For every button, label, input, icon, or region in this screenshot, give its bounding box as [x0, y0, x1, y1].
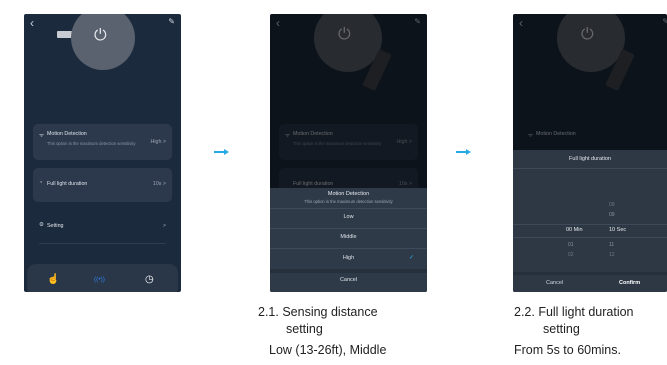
motion-title: Motion Detection: [47, 131, 87, 137]
timer-icon: ◔: [39, 180, 43, 186]
edit-icon[interactable]: ✎: [168, 17, 175, 26]
caption-3-line3: From 5s to 60mins.: [514, 343, 621, 357]
arrow-right-icon: [214, 149, 229, 155]
motion-detection-sheet: Motion Detection This option is the maxi…: [270, 188, 427, 292]
radar-icon[interactable]: ((•)): [94, 276, 105, 283]
caption-2-line1: 2.1. Sensing distance: [258, 305, 378, 319]
cancel-button[interactable]: Cancel: [270, 277, 427, 283]
seconds-option[interactable]: 12: [609, 252, 615, 258]
seconds-selected[interactable]: 10 Sec: [609, 227, 626, 233]
caption-3-line1: 2.2. Full light duration: [514, 305, 634, 319]
seconds-option-above[interactable]: 09: [609, 202, 615, 208]
duration-value: 10s >: [152, 181, 166, 187]
confirm-button[interactable]: Confirm: [619, 280, 640, 286]
divider: [270, 248, 427, 249]
seconds-option[interactable]: 11: [609, 242, 614, 248]
minutes-selected[interactable]: 00 Min: [566, 227, 583, 233]
divider: [39, 243, 166, 244]
divider: [270, 269, 427, 273]
seconds-option[interactable]: 09: [609, 212, 615, 218]
picker-highlight: [513, 224, 667, 238]
setting-chevron: >: [162, 223, 166, 229]
setting-row[interactable]: ⚙ Setting >: [33, 216, 172, 238]
divider: [513, 168, 667, 169]
clock-icon[interactable]: ◷: [145, 274, 154, 285]
caption-3-line2: setting: [543, 322, 580, 336]
sheet-subtitle: This option is the maximum detection sen…: [304, 199, 393, 204]
option-high[interactable]: High: [270, 255, 427, 261]
motion-icon: ᯤ: [39, 133, 45, 139]
motion-desc: This option is the maximum detection sen…: [47, 141, 136, 146]
cancel-button[interactable]: Cancel: [546, 280, 563, 286]
minutes-option[interactable]: 01: [568, 242, 574, 248]
sheet-title: Full light duration: [569, 156, 611, 162]
setting-title: Setting: [47, 223, 64, 229]
power-icon[interactable]: ⏻: [94, 27, 107, 45]
motion-value: High >: [150, 139, 166, 145]
full-light-duration-card[interactable]: ◔ Full light duration 10s >: [33, 168, 172, 202]
phone-screen-main: ‹ CW_PIR_Light ✎ ⏻ ᯤ Motion Detection Th…: [24, 14, 181, 292]
gear-icon: ⚙: [39, 222, 44, 228]
hand-icon[interactable]: ☝: [47, 274, 59, 285]
option-middle[interactable]: Middle: [270, 234, 427, 240]
option-low[interactable]: Low: [270, 214, 427, 220]
bottom-tab-bar: ☝ ((•)) ◷: [27, 264, 178, 292]
phone-screen-duration-picker: ‹ CW_PIR_Light ✎ ⏻ ᯤ Motion Detection Fu…: [513, 14, 667, 292]
divider: [270, 228, 427, 229]
divider: [270, 208, 427, 209]
duration-picker-sheet: Full light duration 09 09 00 Min 10 Sec …: [513, 150, 667, 292]
motion-detection-card[interactable]: ᯤ Motion Detection This option is the ma…: [33, 124, 172, 160]
caption-2-line3: Low (13-26ft), Middle: [269, 343, 387, 357]
arrow-right-icon: [456, 149, 471, 155]
sheet-title: Motion Detection: [327, 191, 370, 197]
divider: [513, 272, 667, 275]
phone-screen-motion-sheet: ‹ CW_PIR_Light ✎ ⏻ ᯤ Motion Detection Th…: [270, 14, 427, 292]
check-icon: ✓: [408, 255, 414, 261]
duration-title: Full light duration: [47, 181, 88, 187]
minutes-option[interactable]: 02: [568, 252, 574, 258]
caption-2-line2: setting: [286, 322, 323, 336]
